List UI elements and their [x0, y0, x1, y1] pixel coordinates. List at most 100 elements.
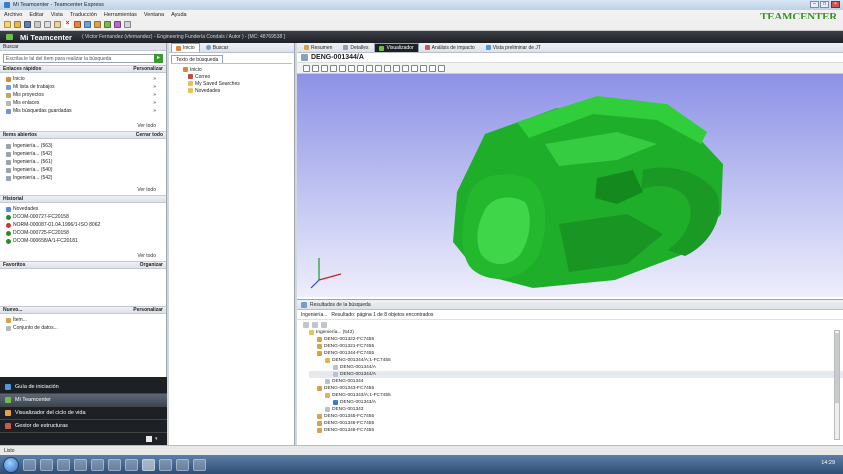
history-item[interactable]: NORM-000087-01.04.1996/1-ISO 8062: [0, 221, 166, 229]
taskbar-app-icon[interactable]: [159, 458, 172, 471]
paste-icon[interactable]: [54, 21, 61, 28]
taskbar-explorer-icon[interactable]: [23, 458, 36, 471]
quick-link-links[interactable]: Mis enlaces»: [0, 99, 166, 107]
menu-ayuda[interactable]: Ayuda: [171, 12, 187, 18]
quick-link-home[interactable]: Inicio»: [0, 75, 166, 83]
result-row[interactable]: DENG-001344/A;1-FC7455: [309, 357, 843, 364]
configure-buttons-icon[interactable]: [146, 435, 152, 442]
nav-structure-manager[interactable]: Gestor de estructuras: [0, 420, 167, 433]
rotate-icon[interactable]: [321, 64, 328, 72]
3d-model[interactable]: [297, 74, 843, 297]
save-icon[interactable]: [24, 21, 31, 28]
delete-icon[interactable]: ×: [64, 20, 71, 28]
markup-icon[interactable]: [393, 64, 400, 72]
taskbar-media-icon[interactable]: [57, 458, 70, 471]
open-item[interactable]: Ingeniería... (542): [0, 174, 166, 182]
search-go-button[interactable]: ▸: [154, 54, 163, 63]
tree-item-saved-searches[interactable]: My Saved Searches: [183, 80, 294, 87]
result-row[interactable]: Ingeniería... (542): [309, 329, 843, 336]
menu-ventana[interactable]: Ventana: [144, 12, 164, 18]
tab-resumen[interactable]: Resumen: [299, 43, 337, 52]
tree-item-home[interactable]: Inicio: [183, 66, 294, 73]
result-row[interactable]: DENG-001344/A: [309, 371, 843, 378]
history-item[interactable]: DCOM-000727-FC20158: [0, 213, 166, 221]
taskbar-excel-icon[interactable]: [125, 458, 138, 471]
home-view-icon[interactable]: [303, 64, 310, 72]
menu-vista[interactable]: Vista: [51, 12, 63, 18]
result-row[interactable]: DENG-001343: [309, 406, 843, 413]
menu-editar[interactable]: Editar: [29, 12, 43, 18]
maximize-button[interactable]: □: [820, 1, 829, 8]
history-item[interactable]: Novedades: [0, 205, 166, 213]
quick-links-customize-button[interactable]: Personalizar: [133, 66, 163, 72]
refresh-icon[interactable]: [84, 21, 91, 28]
new-item-link[interactable]: Ítem...: [0, 316, 166, 324]
new-customize-button[interactable]: Personalizar: [133, 307, 163, 313]
close-all-button[interactable]: Cerrar todo: [136, 132, 163, 138]
exit-icon[interactable]: [438, 64, 445, 72]
settings-icon[interactable]: [411, 64, 418, 72]
tab-vista-preliminar-jt[interactable]: Vista preliminar de JT: [481, 43, 546, 52]
menu-herramientas[interactable]: Herramientas: [104, 12, 137, 18]
quick-link-projects[interactable]: Mis proyectos»: [0, 91, 166, 99]
tab-search-text[interactable]: Texto de búsqueda: [171, 55, 224, 63]
result-row[interactable]: DENG-001346-FC7455: [309, 420, 843, 427]
quick-links-header[interactable]: Enlaces rápidos Personalizar: [0, 65, 166, 73]
checkin-icon[interactable]: [104, 21, 111, 28]
wireframe-icon[interactable]: [375, 64, 382, 72]
quick-link-worklist[interactable]: Mi lista de trabajos»: [0, 83, 166, 91]
open-items-view-all-link[interactable]: Ver todo: [0, 185, 166, 195]
result-row[interactable]: DENG-001344: [309, 378, 843, 385]
favorites-header[interactable]: Favoritos Organizar: [0, 261, 166, 269]
pan-icon[interactable]: [330, 64, 337, 72]
nav-my-teamcenter[interactable]: Mi Teamcenter: [0, 394, 167, 407]
fit-icon[interactable]: [312, 64, 319, 72]
snapshot-icon[interactable]: [402, 64, 409, 72]
result-row[interactable]: DENG-001322-FC7455: [309, 336, 843, 343]
send-to-icon[interactable]: [74, 21, 81, 28]
collapse-icon[interactable]: [303, 321, 309, 328]
open-item[interactable]: Ingeniería... (561): [0, 158, 166, 166]
measure-icon[interactable]: [366, 64, 373, 72]
result-row[interactable]: DENG-001343-FC7455: [309, 385, 843, 392]
checkout-icon[interactable]: [94, 21, 101, 28]
chevron-down-icon[interactable]: ▾: [155, 436, 161, 442]
menu-archivo[interactable]: Archivo: [4, 12, 22, 18]
open-items-header[interactable]: Ítems abiertos Cerrar todo: [0, 131, 166, 139]
taskbar-browser-icon[interactable]: [40, 458, 53, 471]
new-icon[interactable]: [4, 21, 11, 28]
result-row[interactable]: DENG-001345-FC7455: [309, 413, 843, 420]
result-row[interactable]: DENG-001348-FC7455: [309, 427, 843, 434]
taskbar-app-icon[interactable]: [176, 458, 189, 471]
result-row[interactable]: DENG-001344/A: [309, 364, 843, 371]
workflow-icon[interactable]: [114, 21, 121, 28]
tab-detalles[interactable]: Detalles: [338, 43, 373, 52]
open-item[interactable]: Ingeniería... (542): [0, 150, 166, 158]
quick-links-view-all-link[interactable]: Ver todo: [0, 121, 166, 131]
tree-item-mail[interactable]: Correo: [183, 73, 294, 80]
new-dataset-link[interactable]: Conjunto de datos...: [0, 324, 166, 332]
shaded-icon[interactable]: [384, 64, 391, 72]
navigator-icon[interactable]: [420, 64, 427, 72]
tab-buscar[interactable]: Buscar: [201, 43, 234, 52]
history-item[interactable]: DCOM-000725-FC20158: [0, 229, 166, 237]
new-header[interactable]: Nuevo... Personalizar: [0, 306, 166, 314]
zoom-icon[interactable]: [339, 64, 346, 72]
quick-search-input[interactable]: Escriba le lal del ítem para realizar la…: [3, 54, 163, 63]
taskbar-word-icon[interactable]: [108, 458, 121, 471]
start-button[interactable]: [3, 456, 19, 473]
scrollbar-thumb[interactable]: [835, 333, 839, 403]
result-row[interactable]: DENG-001343/A;1-FC7455: [309, 392, 843, 399]
organize-button[interactable]: Organizar: [140, 262, 163, 268]
history-item[interactable]: DCOM-000658/A/1-FC20181: [0, 237, 166, 245]
results-scrollbar[interactable]: [834, 330, 840, 440]
minimize-button[interactable]: –: [810, 1, 819, 8]
taskbar-teamcenter-icon[interactable]: [142, 458, 155, 471]
close-button[interactable]: ×: [831, 1, 840, 8]
taskbar-office-icon[interactable]: [74, 458, 87, 471]
copy-icon[interactable]: [44, 21, 51, 28]
taskbar-app-icon[interactable]: [193, 458, 206, 471]
taskbar-mail-icon[interactable]: [91, 458, 104, 471]
tab-visualizador[interactable]: Visualizador: [374, 43, 419, 52]
print-icon[interactable]: [124, 21, 131, 28]
